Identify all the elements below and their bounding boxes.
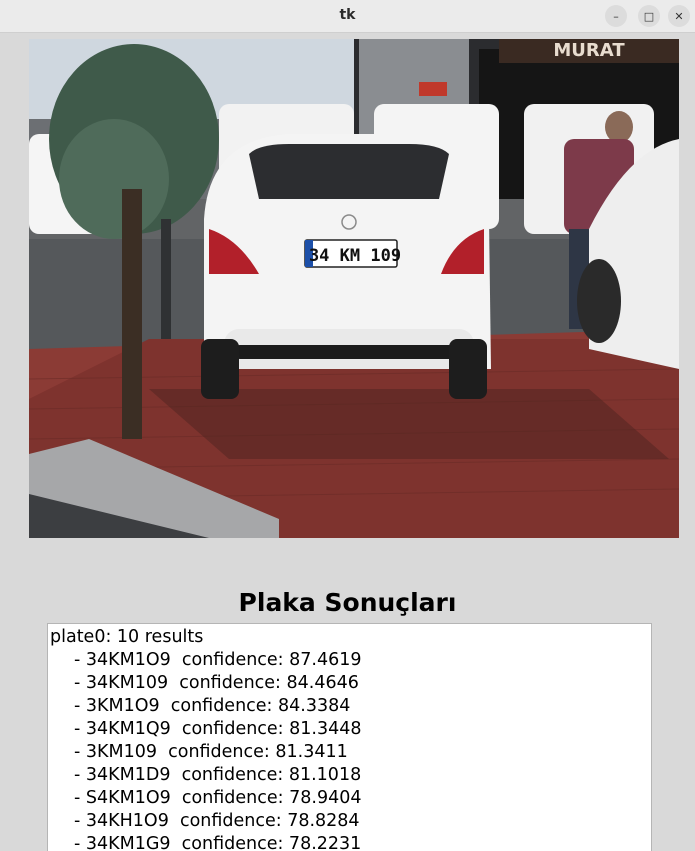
results-heading: Plaka Sonuçları bbox=[238, 588, 457, 617]
minimize-icon: – bbox=[613, 9, 619, 23]
result-item: - 3KM1O9 confidence: 84.3384 bbox=[74, 696, 351, 716]
maximize-icon: □ bbox=[643, 9, 655, 23]
result-item: - 34KM1Q9 confidence: 81.3448 bbox=[74, 719, 362, 739]
result-item: - 34KM1D9 confidence: 81.1018 bbox=[74, 765, 362, 785]
car-photo: MURAT 34 KM 109 bbox=[29, 39, 679, 538]
results-textbox[interactable]: plate0: 10 results - 34KM1O9 confidence:… bbox=[47, 623, 652, 851]
results-header: plate0: 10 results bbox=[50, 627, 204, 647]
close-button[interactable]: ✕ bbox=[668, 5, 690, 27]
shop-sign-text: MURAT bbox=[553, 40, 625, 61]
result-item: - 34KM109 confidence: 84.4646 bbox=[74, 673, 359, 693]
car-photo-illustration: MURAT 34 KM 109 bbox=[29, 39, 679, 538]
result-item: - 34KM1G9 confidence: 78.2231 bbox=[74, 834, 362, 851]
app-window: tk – □ ✕ MURAT 34 KM 109 Plaka Sonuçları… bbox=[0, 0, 695, 851]
result-item: - 3KM109 confidence: 81.3411 bbox=[74, 742, 348, 762]
window-title: tk bbox=[339, 7, 356, 23]
result-item: - S4KM1O9 confidence: 78.9404 bbox=[74, 788, 362, 808]
close-icon: ✕ bbox=[674, 9, 684, 23]
license-plate-text: 34 KM 109 bbox=[309, 246, 401, 266]
result-item: - 34KH1O9 confidence: 78.8284 bbox=[74, 811, 360, 831]
title-bar[interactable]: tk – □ ✕ bbox=[0, 0, 695, 33]
result-item: - 34KM1O9 confidence: 87.4619 bbox=[74, 650, 362, 670]
minimize-button[interactable]: – bbox=[605, 5, 627, 27]
maximize-button[interactable]: □ bbox=[638, 5, 660, 27]
